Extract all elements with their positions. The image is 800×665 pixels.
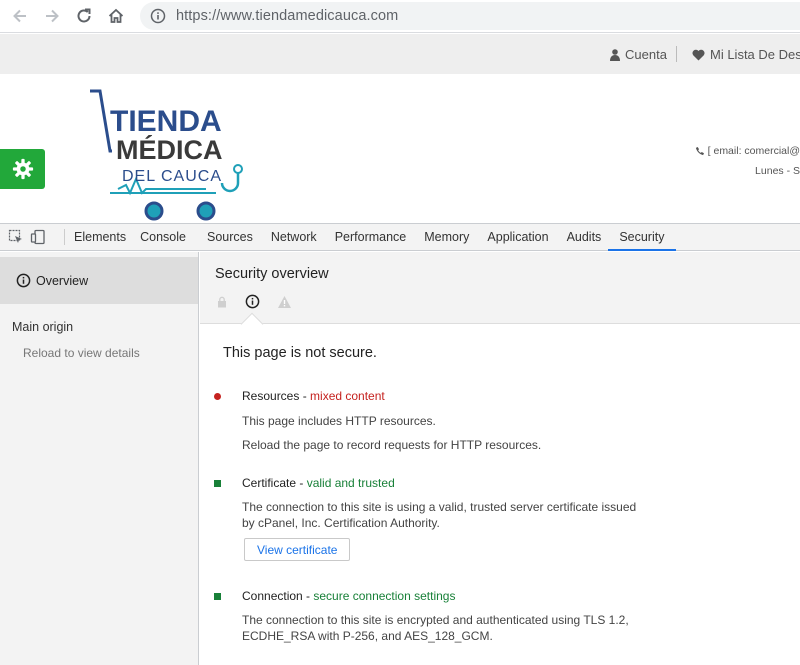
certificate-title-label: Certificate - (242, 476, 307, 490)
sidebar-item-overview[interactable]: Overview (0, 257, 198, 304)
security-summary: This page is not secure. (223, 345, 377, 361)
resources-title-label: Resources - (242, 389, 311, 403)
connection-status: secure connection settings (313, 589, 456, 603)
tab-network[interactable]: Network (260, 224, 324, 250)
certificate-desc: The connection to this site is using a v… (242, 500, 637, 530)
browser-toolbar: https://www.tiendamedicauca.com (0, 0, 800, 33)
heart-icon (692, 49, 705, 60)
security-state-icons (216, 294, 292, 309)
home-icon (108, 8, 124, 23)
devtools-tools (0, 224, 64, 250)
tab-performance[interactable]: Performance (324, 224, 414, 250)
info-icon (245, 294, 260, 309)
info-icon (16, 273, 31, 288)
topbar-divider (676, 46, 677, 62)
home-button[interactable] (100, 0, 132, 32)
logo-line3: DEL CAUCA (122, 168, 222, 185)
arrow-left-icon (13, 9, 26, 23)
status-dot-green (214, 593, 221, 600)
tab-audits[interactable]: Audits (556, 224, 609, 250)
lock-icon (218, 296, 226, 307)
reload-icon (77, 8, 91, 23)
logo-line1: TIENDA (110, 105, 222, 138)
wishlist-label: Mi Lista De Deseos (710, 47, 800, 62)
connection-title: Connection - secure connection settings (242, 589, 455, 603)
overview-title: Security overview (215, 266, 329, 282)
tab-security[interactable]: Security (608, 224, 677, 251)
arrow-right-icon (46, 9, 59, 23)
info-icon[interactable] (150, 8, 166, 24)
resources-desc-1: This page includes HTTP resources. (242, 414, 436, 428)
reload-hint: Reload to view details (23, 346, 140, 360)
tab-application[interactable]: Application (476, 224, 555, 250)
reload-button[interactable] (68, 0, 100, 32)
tienda-medica-logo[interactable]: TIENDA MÉDICA DEL CAUCA (88, 89, 253, 223)
certificate-title: Certificate - valid and trusted (242, 476, 395, 490)
user-icon (610, 48, 620, 61)
logo-line2: MÉDICA (116, 134, 223, 165)
tab-elements[interactable]: Elements (67, 224, 133, 250)
contact-email: [ email: comercial@ (707, 145, 800, 157)
sidebar-overview-label: Overview (36, 273, 89, 288)
gear-icon (12, 158, 33, 180)
address-bar[interactable]: https://www.tiendamedicauca.com (140, 2, 800, 30)
phone-icon (695, 146, 704, 155)
tab-sources[interactable]: Sources (193, 224, 260, 250)
account-link[interactable]: Cuenta (610, 47, 667, 62)
status-dot-red (214, 393, 221, 400)
tab-memory[interactable]: Memory (413, 224, 476, 250)
tab-console[interactable]: Console (133, 224, 193, 250)
url-text[interactable]: https://www.tiendamedicauca.com (176, 8, 398, 24)
main-origin-heading: Main origin (12, 320, 74, 334)
connection-title-label: Connection - (242, 589, 314, 603)
toolbar-divider (64, 229, 65, 245)
account-label: Cuenta (625, 47, 667, 62)
security-main-panel: Security overview This page is not secur… (200, 252, 800, 665)
resources-title: Resources - mixed content (242, 389, 385, 403)
back-button[interactable] (4, 0, 36, 32)
connection-desc: The connection to this site is encrypted… (242, 613, 629, 643)
website-header: Cuenta Mi Lista De Deseos (0, 34, 800, 223)
wishlist-link[interactable]: Mi Lista De Deseos (692, 47, 800, 62)
resources-desc-2: Reload the page to record requests for H… (242, 438, 542, 452)
resources-status: mixed content (310, 389, 385, 403)
inspect-element-icon[interactable] (8, 229, 24, 245)
contact-info: [ email: comercial@ Lunes - S (695, 141, 800, 181)
business-hours: Lunes - S (755, 165, 800, 177)
settings-toggle[interactable] (0, 149, 45, 189)
certificate-status: valid and trusted (306, 476, 395, 490)
view-certificate-button[interactable]: View certificate (244, 538, 351, 561)
warning-icon (278, 295, 291, 308)
overview-header: Security overview (200, 252, 800, 324)
status-dot-green (214, 480, 221, 487)
device-toolbar-icon[interactable] (30, 229, 46, 245)
site-topbar: Cuenta Mi Lista De Deseos (0, 34, 800, 74)
forward-button[interactable] (36, 0, 68, 32)
security-sidebar: Overview Main origin Reload to view deta… (0, 252, 199, 665)
devtools-tabbar: Elements Console Sources Network Perform… (0, 223, 800, 251)
